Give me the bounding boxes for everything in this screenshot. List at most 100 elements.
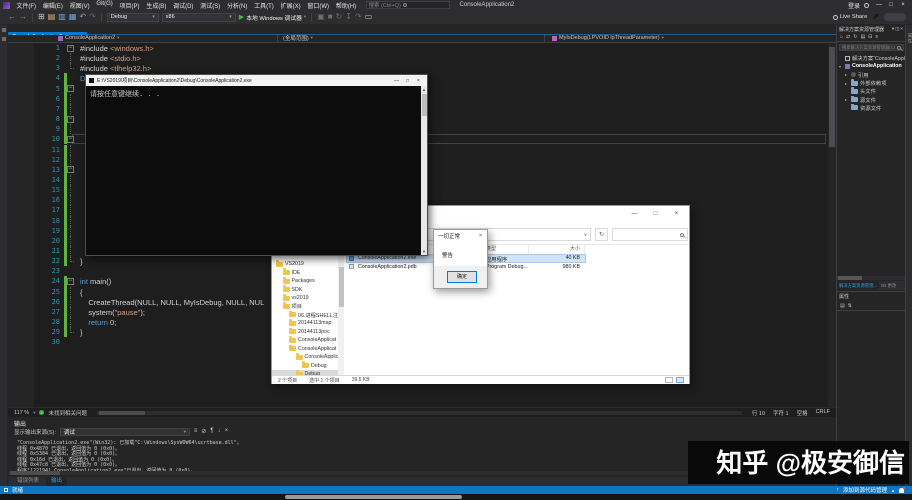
menu-item[interactable]: 项目(P) (116, 1, 143, 10)
explorer-tree-item[interactable]: 06.进程SHELL注入 (272, 310, 338, 319)
categorize-icon[interactable]: ▤ (840, 303, 845, 309)
home-icon[interactable]: ⌂ (840, 34, 843, 40)
menu-item[interactable]: 视图(V) (66, 1, 93, 10)
explorer-tree-item[interactable]: 20144113poc (272, 327, 338, 336)
menu-item[interactable]: 分析(N) (224, 1, 251, 10)
configuration-select[interactable]: Debug ▾ (106, 12, 159, 22)
editor-vertical-scrollbar[interactable] (828, 43, 836, 407)
solution-tree-item[interactable]: ▸ 源文件 (837, 95, 905, 104)
sign-in-link[interactable]: 登录 (848, 1, 860, 10)
solution-tree-item[interactable]: 头文件 (837, 87, 905, 95)
tree-expander-icon[interactable]: ▸ (845, 81, 849, 86)
dialog-close-icon[interactable]: × (474, 233, 487, 239)
fold-collapse-icon[interactable]: − (67, 44, 74, 52)
explorer-tree-item[interactable]: IDE (272, 268, 338, 276)
scrollbar-thumb[interactable] (829, 47, 835, 147)
word-wrap-icon[interactable]: ¶ (210, 428, 213, 435)
menu-item[interactable]: 窗口(W) (304, 1, 332, 10)
close-button[interactable]: × (897, 0, 909, 10)
properties-side-tab[interactable]: 属性 (907, 33, 912, 44)
solution-tree-item[interactable]: ▾ ConsoleApplication (837, 62, 905, 70)
tab-output[interactable]: 输出 (46, 477, 68, 486)
solution-tree-item[interactable]: ▸ 外部依赖项 (837, 78, 905, 87)
fold-collapse-icon[interactable]: − (67, 115, 74, 123)
solution-tree-item[interactable]: ▸ 引用 (837, 71, 905, 79)
step-into-icon[interactable]: ↧ (345, 12, 352, 22)
scrollbar-thumb[interactable] (10, 471, 60, 475)
notifications-bell-icon[interactable] (899, 486, 905, 493)
explorer-tree-item[interactable]: ConsoleApplicat (272, 344, 338, 353)
console-minimize-button[interactable]: — (391, 78, 402, 84)
close-output-icon[interactable]: × (225, 428, 229, 435)
chevron-down-icon[interactable]: ∨ (584, 232, 590, 238)
break-all-icon[interactable]: ▣ (317, 12, 325, 22)
panel-options-icon[interactable]: ▾ (892, 26, 894, 32)
explorer-close-button[interactable]: × (666, 206, 687, 222)
new-file-icon[interactable]: ⊞ (38, 12, 45, 22)
clear-all-icon[interactable]: ⊘ (201, 428, 206, 435)
tab-git-changes[interactable]: Git 更改 (879, 283, 898, 289)
menu-item[interactable]: 测试(S) (197, 1, 224, 10)
explorer-tree-item[interactable]: SDK (272, 285, 338, 293)
switch-views-icon[interactable]: ⇄ (846, 34, 850, 40)
sync-selection-icon[interactable]: ≡ (875, 34, 878, 40)
refresh-icon[interactable]: ↻ (853, 34, 857, 40)
breadcrumb-scope-dropdown[interactable]: (全局范围) ▾ (278, 34, 545, 42)
find-message-icon[interactable]: ≡ (194, 428, 198, 435)
show-all-files-icon[interactable]: ▤ (860, 34, 865, 40)
solution-tree-item[interactable]: 资源文件 (837, 103, 905, 112)
explorer-tree-item[interactable]: Debug (272, 361, 338, 369)
column-separator[interactable] (584, 245, 585, 254)
feedback-badge[interactable] (884, 13, 906, 21)
solution-search-box[interactable]: 搜索解决方案资源管理器(Ctrl+;) (839, 44, 904, 51)
maximize-button[interactable]: □ (885, 0, 897, 10)
large-icons-view-icon[interactable] (676, 376, 684, 383)
step-over-icon[interactable]: ↷ (355, 12, 362, 22)
explorer-tree-item[interactable]: 项目 (272, 302, 338, 310)
nav-back-icon[interactable]: ← (8, 12, 16, 22)
toolbox-tab-icon[interactable] (2, 37, 6, 41)
background-tasks-icon[interactable] (4, 488, 8, 492)
menu-item[interactable]: 编辑(E) (39, 1, 66, 10)
open-folder-icon[interactable]: ▤ (48, 12, 56, 22)
scrollbar-thumb[interactable] (98, 410, 145, 415)
share-icon[interactable]: ⇗ (872, 12, 879, 22)
menu-item[interactable]: 工具(T) (251, 1, 277, 10)
menu-item[interactable]: 生成(B) (143, 1, 170, 10)
tab-solution-explorer[interactable]: 解决方案资源管理... (837, 281, 879, 290)
console-close-button[interactable]: × (413, 78, 424, 84)
menu-item[interactable]: 调试(D) (170, 1, 197, 10)
scrollbar-thumb[interactable] (421, 94, 427, 116)
add-to-source-control-button[interactable]: 添加到源代码管理 (843, 486, 887, 494)
column-header-size[interactable]: 大小 (534, 245, 580, 254)
fold-collapse-icon[interactable]: − (67, 166, 74, 174)
pin-icon[interactable]: ◫ (895, 26, 899, 32)
save-all-icon[interactable]: ▦ (69, 12, 77, 22)
solution-explorer-header[interactable]: 解决方案资源管理器 ▾ ◫ × (837, 25, 905, 33)
scrollbar-thumb[interactable] (838, 276, 862, 280)
refresh-button[interactable]: ↻ (595, 228, 608, 241)
explorer-tree-item[interactable]: ConsoleApplicat (272, 336, 338, 344)
tree-expander-icon[interactable]: ▸ (845, 97, 849, 102)
explorer-maximize-button[interactable]: □ (645, 206, 666, 222)
restart-icon[interactable]: ↻ (336, 12, 343, 22)
console-maximize-button[interactable]: □ (402, 78, 413, 84)
scrollbar-thumb[interactable] (338, 267, 344, 307)
explorer-minimize-button[interactable]: — (624, 206, 645, 222)
start-debug-button[interactable]: ▶ 本地 Windows 调试器 ▾ (239, 13, 306, 22)
message-dialog[interactable]: 一切正常 × 警告 确定 (433, 229, 488, 289)
fold-collapse-icon[interactable]: − (67, 277, 74, 285)
stop-icon[interactable]: ■ (328, 12, 333, 22)
tree-expander-icon[interactable]: ▾ (839, 64, 843, 69)
tab-error-list[interactable]: 错误列表 (12, 477, 44, 486)
editor-horizontal-scrollbar[interactable] (96, 410, 742, 415)
nav-forward-icon[interactable]: → (19, 12, 27, 22)
live-share-button[interactable]: Live Share (832, 14, 867, 20)
undo-icon[interactable]: ↶ (79, 12, 86, 22)
save-icon[interactable]: ▥ (58, 12, 66, 22)
explorer-tree-item[interactable]: 20144113map (272, 319, 338, 327)
console-window[interactable]: E:\VS2019\项目\ConsoleApplication2\Debug\C… (85, 74, 428, 256)
explorer-search-box[interactable] (612, 228, 688, 241)
file-name[interactable]: ConsoleApplication2.pdb (358, 264, 417, 270)
explorer-tree-scrollbar[interactable] (338, 245, 344, 375)
